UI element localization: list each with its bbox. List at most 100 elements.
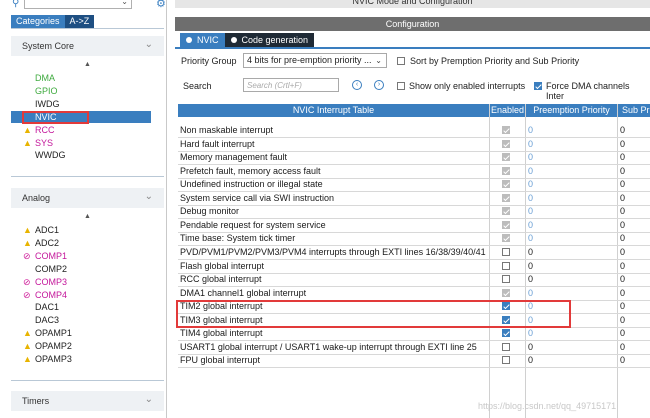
list-item-comp1[interactable]: ⊘ COMP1 xyxy=(11,250,151,262)
list-item-comp3[interactable]: ⊘ COMP3 xyxy=(11,276,151,288)
table-row[interactable]: Flash global interrupt 0 0 xyxy=(178,260,650,273)
enabled-checkbox[interactable] xyxy=(502,275,510,284)
preemption-priority-value[interactable]: 0 xyxy=(528,124,533,137)
sub-priority-value[interactable]: 0 xyxy=(620,341,625,354)
category-search-input[interactable]: ⌄ xyxy=(24,0,132,9)
list-item-sys[interactable]: ▲ SYS xyxy=(11,137,151,149)
preemption-priority-value[interactable]: 0 xyxy=(528,165,533,178)
list-item-opamp2[interactable]: ▲ OPAMP2 xyxy=(11,340,151,352)
nvic-search-input[interactable] xyxy=(243,78,339,92)
table-row[interactable]: PVD/PVM1/PVM2/PVM3/PVM4 interrupts throu… xyxy=(178,246,650,259)
preemption-priority-value[interactable]: 0 xyxy=(528,287,533,300)
force-dma-checkbox[interactable] xyxy=(534,82,542,90)
col-header-sub-priority[interactable]: Sub Pr xyxy=(618,104,650,117)
table-row[interactable]: RCC global interrupt 0 0 xyxy=(178,273,650,286)
section-timers[interactable]: Timers ⌄ xyxy=(11,391,164,411)
list-item-gpio[interactable]: GPIO xyxy=(11,85,151,97)
preemption-priority-value[interactable]: 0 xyxy=(528,273,533,286)
col-header-preemption[interactable]: Preemption Priority xyxy=(526,104,617,117)
preemption-priority-value[interactable]: 0 xyxy=(528,354,533,367)
list-item-rcc[interactable]: ▲ RCC xyxy=(11,124,151,136)
search-next-icon[interactable]: › xyxy=(374,80,384,90)
chevron-down-icon[interactable]: ⌄ xyxy=(145,39,153,50)
enabled-checkbox[interactable] xyxy=(502,342,510,351)
preemption-priority-value[interactable]: 0 xyxy=(528,219,533,232)
table-row[interactable]: FPU global interrupt 0 0 xyxy=(178,354,650,367)
sub-priority-value[interactable]: 0 xyxy=(620,124,625,137)
list-item-iwdg[interactable]: IWDG xyxy=(11,98,151,110)
list-item-dac3[interactable]: DAC3 xyxy=(11,314,151,326)
sub-priority-value[interactable]: 0 xyxy=(620,138,625,151)
preemption-priority-value[interactable]: 0 xyxy=(528,260,533,273)
enabled-checkbox[interactable] xyxy=(502,247,510,256)
priority-group-select[interactable]: 4 bits for pre-emption priority ... ⌄ xyxy=(243,53,387,68)
table-row[interactable]: Time base: System tick timer 0 0 xyxy=(178,232,650,245)
gear-icon[interactable]: ⚙ xyxy=(156,0,166,10)
sub-priority-value[interactable]: 0 xyxy=(620,260,625,273)
table-row[interactable]: TIM4 global interrupt 0 0 xyxy=(178,327,650,340)
sub-priority-value[interactable]: 0 xyxy=(620,273,625,286)
enabled-checkbox[interactable] xyxy=(502,261,510,270)
list-item-adc1[interactable]: ▲ ADC1 xyxy=(11,224,151,236)
preemption-priority-value[interactable]: 0 xyxy=(528,246,533,259)
list-item-dma[interactable]: DMA xyxy=(11,72,151,84)
list-item-comp2[interactable]: COMP2 xyxy=(11,263,151,275)
sub-priority-value[interactable]: 0 xyxy=(620,300,625,313)
table-row[interactable]: System service call via SWI instruction 0… xyxy=(178,192,650,205)
table-row[interactable]: Non maskable interrupt 0 0 xyxy=(178,124,650,137)
preemption-priority-value[interactable]: 0 xyxy=(528,205,533,218)
chevron-down-icon[interactable]: ⌄ xyxy=(121,0,128,6)
sub-priority-value[interactable]: 0 xyxy=(620,165,625,178)
tab-a-to-z[interactable]: A->Z xyxy=(64,15,95,28)
show-enabled-checkbox[interactable] xyxy=(397,82,405,90)
preemption-priority-value[interactable]: 0 xyxy=(528,327,533,340)
list-item-comp4[interactable]: ⊘ COMP4 xyxy=(11,289,151,301)
section-system-core[interactable]: System Core ⌄ xyxy=(11,36,164,56)
sub-priority-value[interactable]: 0 xyxy=(620,192,625,205)
tab-nvic[interactable]: NVIC xyxy=(180,33,225,47)
list-item-opamp1[interactable]: ▲ OPAMP1 xyxy=(11,327,151,339)
list-item-wwdg[interactable]: WWDG xyxy=(11,149,151,161)
chevron-down-icon[interactable]: ⌄ xyxy=(145,394,153,405)
sub-priority-value[interactable]: 0 xyxy=(620,354,625,367)
table-row[interactable]: Hard fault interrupt 0 0 xyxy=(178,138,650,151)
table-row[interactable]: DMA1 channel1 global interrupt 0 0 xyxy=(178,287,650,300)
sub-priority-value[interactable]: 0 xyxy=(620,219,625,232)
scroll-up-icon[interactable]: ▲ xyxy=(84,213,91,220)
table-row[interactable]: USART1 global interrupt / USART1 wake-up… xyxy=(178,341,650,354)
sub-priority-value[interactable]: 0 xyxy=(620,287,625,300)
preemption-priority-value[interactable]: 0 xyxy=(528,341,533,354)
preemption-priority-value[interactable]: 0 xyxy=(528,151,533,164)
tab-categories[interactable]: Categories xyxy=(11,15,65,28)
sub-priority-value[interactable]: 0 xyxy=(620,151,625,164)
tab-code-generation[interactable]: Code generation xyxy=(224,33,315,47)
table-row[interactable]: Prefetch fault, memory access fault 0 0 xyxy=(178,165,650,178)
table-row[interactable]: Memory management fault 0 0 xyxy=(178,151,650,164)
scroll-up-icon[interactable]: ▲ xyxy=(84,61,91,68)
enabled-checkbox[interactable] xyxy=(502,356,510,365)
list-item-opamp3[interactable]: ▲ OPAMP3 xyxy=(11,353,151,365)
chevron-down-icon[interactable]: ⌄ xyxy=(145,191,153,202)
enabled-checkbox[interactable] xyxy=(502,329,510,338)
col-header-enabled[interactable]: Enabled xyxy=(490,104,525,117)
table-row[interactable]: Undefined instruction or illegal state 0 0 xyxy=(178,178,650,191)
preemption-priority-value[interactable]: 0 xyxy=(528,192,533,205)
sub-priority-value[interactable]: 0 xyxy=(620,232,625,245)
sub-priority-value[interactable]: 0 xyxy=(620,314,625,327)
list-item-dac1[interactable]: DAC1 xyxy=(11,301,151,313)
preemption-priority-value[interactable]: 0 xyxy=(528,232,533,245)
table-row[interactable]: Pendable request for system service 0 0 xyxy=(178,219,650,232)
search-icon[interactable]: ⚲ xyxy=(12,0,19,9)
preemption-priority-value[interactable]: 0 xyxy=(528,178,533,191)
table-row[interactable]: Debug monitor 0 0 xyxy=(178,205,650,218)
section-analog[interactable]: Analog ⌄ xyxy=(11,188,164,208)
sub-priority-value[interactable]: 0 xyxy=(620,327,625,340)
sub-priority-value[interactable]: 0 xyxy=(620,246,625,259)
search-prev-icon[interactable]: ‹ xyxy=(352,80,362,90)
sort-priority-checkbox[interactable] xyxy=(397,57,405,65)
sub-priority-value[interactable]: 0 xyxy=(620,178,625,191)
preemption-priority-value[interactable]: 0 xyxy=(528,138,533,151)
col-header-interrupt[interactable]: NVIC Interrupt Table xyxy=(178,104,489,117)
list-item-adc2[interactable]: ▲ ADC2 xyxy=(11,237,151,249)
sub-priority-value[interactable]: 0 xyxy=(620,205,625,218)
